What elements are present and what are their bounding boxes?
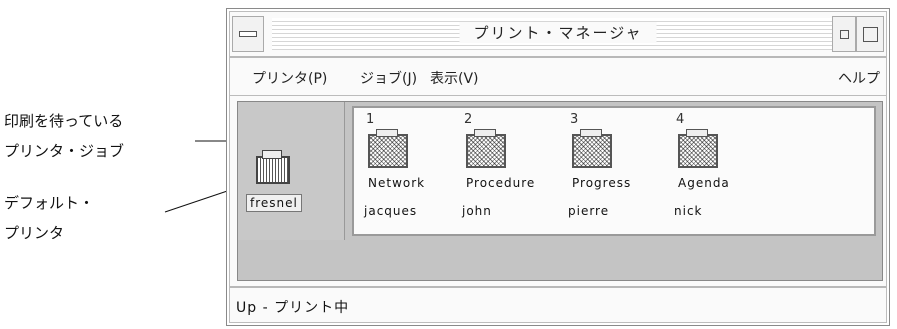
job-owner: pierre bbox=[568, 204, 610, 218]
job-file-name: Procedure bbox=[466, 176, 536, 190]
job-number: 1 bbox=[366, 112, 375, 127]
printer-content-area: fresnel 1 Network jacques 2 Procedure jo… bbox=[237, 101, 883, 281]
job-owner: jacques bbox=[364, 204, 418, 218]
print-job-icon[interactable] bbox=[368, 129, 408, 168]
window-title: プリント・マネージャ bbox=[459, 22, 657, 43]
status-text: Up - プリント中 bbox=[236, 300, 350, 316]
print-job-queue: 1 Network jacques 2 Procedure john 3 Pro… bbox=[352, 106, 876, 236]
job-file-name: Network bbox=[368, 176, 426, 190]
menu-printer[interactable]: プリンタ(P) bbox=[252, 68, 327, 88]
default-printer-name[interactable]: fresnel bbox=[246, 194, 302, 212]
minimize-button[interactable] bbox=[832, 16, 856, 52]
menu-help[interactable]: ヘルプ bbox=[838, 68, 880, 88]
menu-bar: プリンタ(P) ジョブ(J) 表示(V) ヘルプ bbox=[230, 59, 886, 96]
job-number: 4 bbox=[676, 112, 685, 127]
callout-queued-jobs-line1: 印刷を待っている bbox=[4, 112, 124, 130]
job-number: 2 bbox=[464, 112, 473, 127]
menu-job[interactable]: ジョブ(J) bbox=[360, 68, 417, 88]
job-file-name: Agenda bbox=[678, 176, 730, 190]
job-number: 3 bbox=[570, 112, 579, 127]
callout-default-printer-line2: プリンタ bbox=[4, 224, 65, 242]
print-manager-window: プリント・マネージャ プリンタ(P) ジョブ(J) 表示(V) ヘルプ fres… bbox=[226, 8, 890, 326]
printer-icon[interactable] bbox=[256, 150, 290, 184]
print-job-icon[interactable] bbox=[572, 129, 612, 168]
job-owner: john bbox=[462, 204, 492, 218]
maximize-button[interactable] bbox=[856, 16, 884, 52]
callout-queued-jobs: 印刷を待っている プリンタ・ジョブ bbox=[4, 106, 124, 166]
title-bar[interactable]: プリント・マネージャ bbox=[230, 12, 886, 58]
status-bar: Up - プリント中 bbox=[230, 286, 886, 322]
callout-default-printer-line1: デフォルト・ bbox=[4, 194, 95, 212]
callout-queued-jobs-line2: プリンタ・ジョブ bbox=[4, 142, 125, 160]
job-file-name: Progress bbox=[572, 176, 632, 190]
callout-default-printer: デフォルト・ プリンタ bbox=[4, 188, 94, 248]
print-job-icon[interactable] bbox=[466, 129, 506, 168]
menu-view[interactable]: 表示(V) bbox=[430, 68, 479, 88]
content-bottom-area bbox=[238, 240, 882, 280]
print-job-icon[interactable] bbox=[678, 129, 718, 168]
job-owner: nick bbox=[674, 204, 703, 218]
window-menu-button[interactable] bbox=[232, 16, 264, 52]
